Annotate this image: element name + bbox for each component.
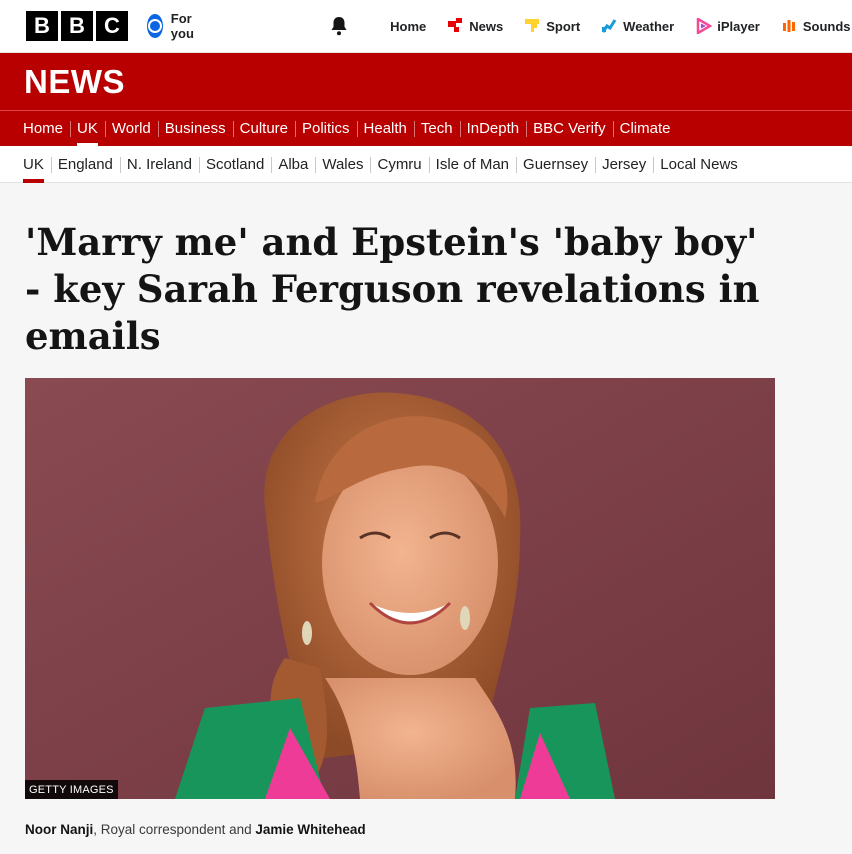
sub-nav-item-isle-of-man[interactable]: Isle of Man	[428, 146, 516, 183]
global-nav-label: Sounds	[802, 18, 851, 34]
logo-letter: C	[96, 11, 128, 41]
main-nav-item-indepth[interactable]: InDepth	[459, 111, 527, 147]
sport-icon	[525, 18, 541, 34]
weather-icon	[601, 18, 618, 34]
for-you-label: For you	[170, 11, 194, 41]
sub-nav-item-uk[interactable]: UK	[16, 146, 51, 183]
sub-nav-item-jersey[interactable]: Jersey	[595, 146, 653, 183]
main-nav-item-politics[interactable]: Politics	[295, 111, 357, 147]
author-name: Jamie Whitehead	[255, 822, 366, 837]
sub-nav-item-england[interactable]: England	[50, 146, 120, 183]
sub-nav-item-local-news[interactable]: Local News	[653, 146, 745, 183]
for-you-link[interactable]: For you	[147, 11, 202, 41]
sub-nav-item-alba[interactable]: Alba	[271, 146, 315, 183]
logo-letter: B	[26, 11, 58, 41]
global-nav-home[interactable]: Home	[379, 19, 437, 34]
sub-nav-item-scotland[interactable]: Scotland	[198, 146, 271, 183]
author-name: Noor Nanji	[25, 822, 94, 837]
sub-nav-item-guernsey[interactable]: Guernsey	[516, 146, 595, 183]
image-credit: GETTY IMAGES	[25, 780, 118, 799]
main-nav-item-climate[interactable]: Climate	[612, 111, 678, 147]
byline: Noor Nanji, Royal correspondent and Jami…	[25, 822, 366, 837]
user-circle-icon	[147, 14, 163, 38]
sub-nav-item-wales[interactable]: Wales	[315, 146, 370, 183]
main-nav-item-world[interactable]: World	[104, 111, 158, 147]
main-nav-item-uk[interactable]: UK	[70, 111, 105, 147]
global-nav-weather[interactable]: Weather	[591, 18, 685, 34]
section-banner: NEWS	[0, 53, 852, 110]
sub-nav-item-cymru[interactable]: Cymru	[370, 146, 428, 183]
global-nav-label: Weather	[623, 18, 675, 34]
global-nav-label: iPlayer	[717, 18, 760, 34]
bbc-logo[interactable]: B B C	[26, 11, 128, 41]
news-icon	[448, 18, 464, 34]
global-nav-sport[interactable]: Sport	[514, 18, 591, 34]
global-nav-sounds[interactable]: Sounds	[771, 18, 852, 34]
sub-nav-item-n-ireland[interactable]: N. Ireland	[119, 146, 199, 183]
main-nav-item-tech[interactable]: Tech	[413, 111, 460, 147]
global-nav-iplayer[interactable]: iPlayer	[685, 16, 771, 36]
global-nav: Home News Sport Weather iPlayer Sounds	[379, 16, 852, 36]
global-nav-label: Sport	[546, 18, 581, 34]
global-header: B B C For you Home News Sport Weather iP…	[0, 0, 852, 53]
main-nav-item-business[interactable]: Business	[157, 111, 233, 147]
global-nav-label: News	[469, 18, 504, 34]
logo-letter: B	[61, 11, 93, 41]
global-nav-label: Home	[390, 18, 427, 34]
author-role: , Royal correspondent and	[93, 822, 256, 837]
main-nav-item-culture[interactable]: Culture	[232, 111, 295, 147]
bell-icon[interactable]	[330, 16, 348, 36]
iplayer-icon	[696, 16, 713, 36]
portrait-illustration	[25, 378, 775, 799]
sub-nav: UK England N. Ireland Scotland Alba Wales Cymr…	[0, 146, 852, 183]
main-nav: Home UK World Business Culture Politics Health…	[0, 110, 852, 147]
global-nav-news[interactable]: News	[437, 18, 514, 34]
section-title[interactable]: NEWS	[24, 63, 125, 101]
sounds-icon	[782, 18, 798, 34]
main-nav-item-bbc-verify[interactable]: BBC Verify	[526, 111, 613, 147]
main-nav-item-home[interactable]: Home	[16, 111, 70, 147]
article-headline: 'Marry me' and Epstein's 'baby boy' - ke…	[25, 220, 760, 358]
main-nav-item-health[interactable]: Health	[356, 111, 414, 147]
hero-image: GETTY IMAGES	[25, 378, 775, 799]
